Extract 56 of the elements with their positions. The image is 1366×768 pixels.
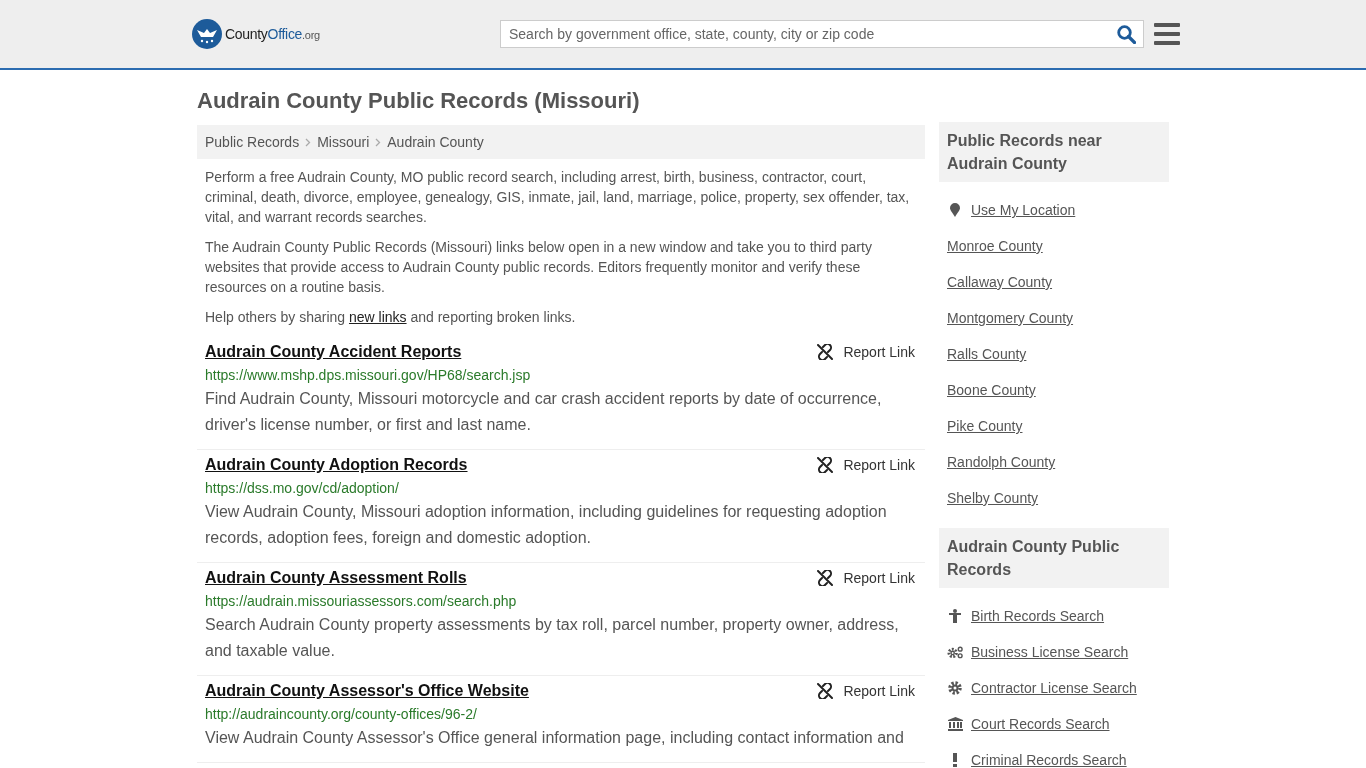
county-link[interactable]: Pike County — [947, 418, 1023, 434]
help-text: Help others by sharing new links and reporting broken links. — [205, 308, 577, 327]
record-title-link[interactable]: Audrain County Adoption Records — [205, 456, 468, 474]
broken-link-icon — [817, 457, 834, 473]
map-pin-icon — [947, 203, 963, 217]
county-link[interactable]: Montgomery County — [947, 310, 1074, 326]
county-link[interactable]: Randolph County — [947, 454, 1056, 470]
broken-link-icon — [817, 344, 834, 360]
sidebar-heading: Public Records near Audrain County — [939, 122, 1169, 182]
menu-icon[interactable] — [1154, 23, 1180, 45]
gears-icon — [947, 645, 963, 659]
county-link[interactable]: Ralls County — [947, 346, 1027, 362]
record-url-link[interactable]: https://dss.mo.gov/cd/adoption/ — [205, 480, 917, 496]
record-search-link[interactable]: Business License Search — [971, 644, 1129, 660]
record-title-link[interactable]: Audrain County Assessor's Office Website — [205, 682, 529, 700]
record-url-link[interactable]: https://www.mshp.dps.missouri.gov/HP68/search.jsp — [205, 367, 917, 383]
report-link-button[interactable]: Report Link — [817, 457, 915, 473]
logo-text: CountyOffice.org — [225, 26, 320, 42]
search-icon[interactable] — [1117, 24, 1136, 44]
record-description: Search Audrain County property assessments by tax roll, parcel number, property owner, address, and taxable value. — [205, 615, 900, 661]
breadcrumb-link[interactable]: Missouri — [317, 134, 370, 150]
record-search-link[interactable]: Contractor License Search — [971, 680, 1137, 696]
county-link[interactable]: Callaway County — [947, 274, 1053, 290]
county-link[interactable]: Monroe County — [947, 238, 1043, 254]
record-search-link[interactable]: Birth Records Search — [971, 608, 1105, 624]
bank-icon — [947, 717, 963, 731]
use-location-link[interactable]: Use My Location — [971, 202, 1076, 218]
report-link-button[interactable]: Report Link — [817, 570, 915, 586]
intro-paragraph: The Audrain County Public Records (Missouri) links below open in a new window and take you to third party websites that provide access to Audrain County public records. Editors frequently monitor and verify these resources on a routine basis. — [205, 238, 873, 297]
record-search-link[interactable]: Court Records Search — [971, 716, 1110, 732]
record-url-link[interactable]: https://audrain.missouriassessors.com/search.php — [205, 593, 917, 609]
record-description: View Audrain County Assessor's Office general information page, including contact information and — [205, 728, 905, 748]
broken-link-icon — [817, 683, 834, 699]
county-link[interactable]: Shelby County — [947, 490, 1039, 506]
breadcrumb-link[interactable]: Public Records — [205, 134, 300, 150]
site-logo[interactable]: CountyOffice.org — [192, 19, 320, 49]
intro-paragraph: Perform a free Audrain County, MO public record search, including arrest, birth, business, contractor, court, criminal, death, divorce, employee, genealogy, GIS, inmate, jail, land, marriage, police, property, sex offender, tax, vital, and warrant records searches. — [205, 168, 911, 227]
record-url-link[interactable]: http://audraincounty.org/county-offices/96-2/ — [205, 706, 917, 722]
chevron-icon — [305, 137, 312, 147]
record-search-link[interactable]: Criminal Records Search — [971, 752, 1127, 768]
record-description: Find Audrain County, Missouri motorcycle and car crash accident reports by date of occurrence, driver's license number, or first and last name. — [205, 389, 883, 435]
person-icon — [949, 609, 961, 623]
sidebar-heading: Audrain County Public Records — [939, 528, 1169, 588]
report-link-button[interactable]: Report Link — [817, 344, 915, 360]
page-title: Audrain County Public Records (Missouri) — [197, 88, 641, 114]
exclamation-icon — [952, 753, 958, 767]
county-link[interactable]: Boone County — [947, 382, 1036, 398]
broken-link-icon — [817, 570, 834, 586]
report-link-button[interactable]: Report Link — [817, 683, 915, 699]
record-description: View Audrain County, Missouri adoption information, including guidelines for requesting adoption records, adoption fees, foreign and domestic adoption. — [205, 502, 888, 548]
new-links-link[interactable]: new links — [348, 309, 407, 325]
breadcrumb-link[interactable]: Audrain County — [387, 134, 484, 150]
chevron-icon — [375, 137, 382, 147]
gear-icon — [948, 681, 962, 695]
record-title-link[interactable]: Audrain County Assessment Rolls — [205, 569, 467, 587]
record-title-link[interactable]: Audrain County Accident Reports — [205, 343, 462, 361]
